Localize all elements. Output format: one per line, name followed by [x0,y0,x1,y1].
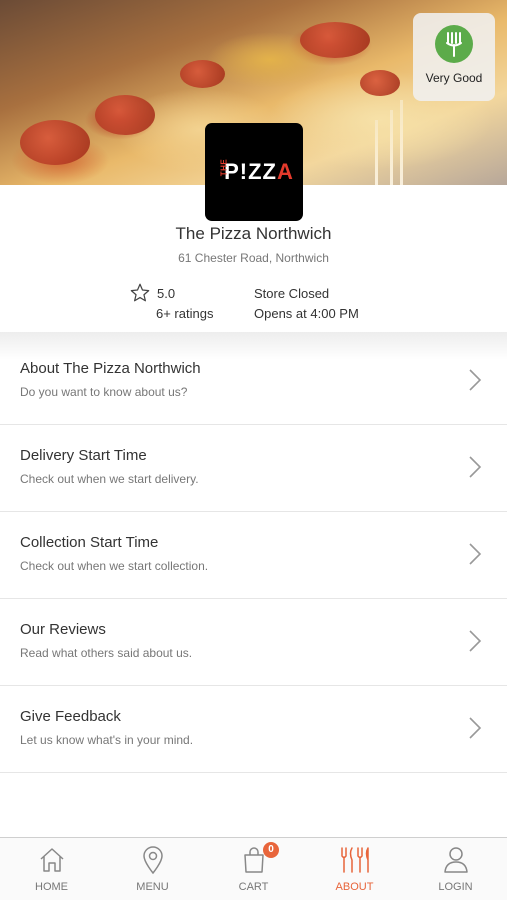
chevron-right-icon [468,368,482,397]
tab-cart[interactable]: 0 CART [203,838,304,900]
ratings-count: 6+ ratings [156,306,214,321]
fork-knife-icon [304,845,405,875]
menu-item-subtitle: Do you want to know about us? [20,385,188,399]
tab-menu[interactable]: MENU [102,838,203,900]
tab-home-label: HOME [35,881,68,893]
menu-item-title: Give Feedback [20,708,121,725]
location-pin-icon [102,845,203,875]
store-logo: THE P!ZZA [205,123,303,221]
tab-cart-label: CART [238,881,269,893]
menu-item-subtitle: Check out when we start delivery. [20,472,199,486]
chevron-right-icon [468,716,482,745]
chevron-right-icon [468,455,482,484]
tab-menu-label: MENU [136,881,169,893]
opening-time: Opens at 4:00 PM [254,306,359,321]
tab-about-label: ABOUT [335,881,374,893]
tab-login[interactable]: LOGIN [405,838,506,900]
about-page: Very Good THE P!ZZA The Pizza Northwich … [0,0,507,900]
menu-item-about[interactable]: About The Pizza Northwich Do you want to… [0,338,507,425]
rating-badge-label: Very Good [425,71,483,85]
hygiene-rating-badge[interactable]: Very Good [413,13,495,101]
star-icon [130,283,150,307]
tab-about[interactable]: ABOUT [304,838,405,900]
menu-item-subtitle: Let us know what's in your mind. [20,733,194,747]
menu-item-collection-start-time[interactable]: Collection Start Time Check out when we … [0,512,507,599]
about-menu-list: About The Pizza Northwich Do you want to… [0,338,507,773]
menu-item-title: Our Reviews [20,621,106,638]
menu-item-subtitle: Check out when we start collection. [20,559,209,573]
bottom-tab-bar: HOME MENU 0 CART ABOUT LOGIN [0,837,507,900]
menu-item-delivery-start-time[interactable]: Delivery Start Time Check out when we st… [0,425,507,512]
store-address: 61 Chester Road, Northwich [178,251,329,265]
tab-home[interactable]: HOME [1,838,102,900]
menu-item-title: Delivery Start Time [20,447,147,464]
store-stats: 5.0 6+ ratings Store Closed Opens at 4:0… [0,283,507,329]
chevron-right-icon [468,629,482,658]
cart-count-badge: 0 [263,842,279,858]
menu-item-give-feedback[interactable]: Give Feedback Let us know what's in your… [0,686,507,773]
menu-item-title: About The Pizza Northwich [20,360,201,377]
tab-login-label: LOGIN [438,881,473,893]
home-icon [1,845,102,875]
chevron-right-icon [468,542,482,571]
shopping-bag-icon [203,845,304,875]
user-icon [405,845,506,875]
menu-item-subtitle: Read what others said about us. [20,646,193,660]
menu-item-our-reviews[interactable]: Our Reviews Read what others said about … [0,599,507,686]
fork-icon [435,25,473,63]
store-status: Store Closed [254,286,330,301]
menu-item-title: Collection Start Time [20,534,159,551]
store-name: The Pizza Northwich [175,224,332,243]
rating-score: 5.0 [157,286,176,301]
